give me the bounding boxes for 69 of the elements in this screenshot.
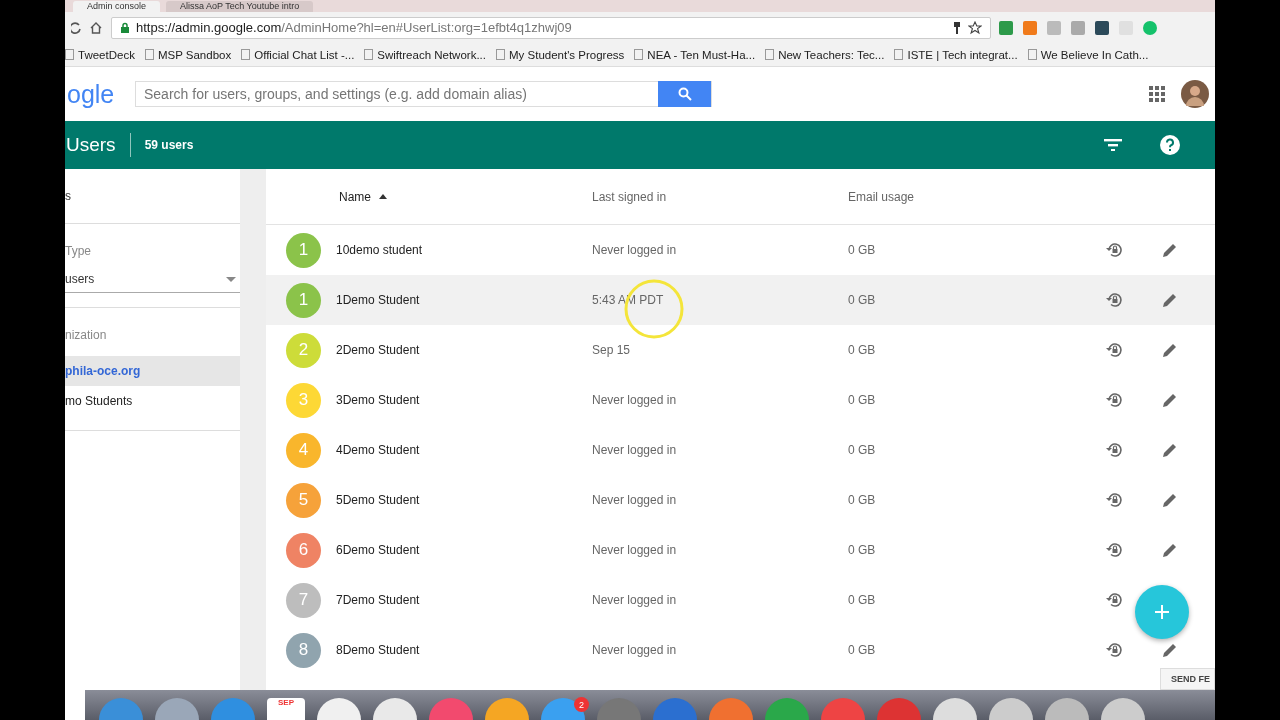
search-field[interactable]: Search for users, groups, and settings (e.g. add domain alias) <box>135 81 712 107</box>
user-initial-avatar: 3 <box>286 382 321 418</box>
bookmark[interactable]: New Teachers: Tec... <box>765 48 885 61</box>
logo[interactable]: ogle <box>65 79 115 109</box>
user-initial-avatar: 6 <box>286 532 321 568</box>
user-name: 10demo student <box>336 243 424 257</box>
column-header[interactable]: Name <box>339 189 592 204</box>
email-usage: 0 GB <box>848 543 876 557</box>
email-usage: 0 GB <box>848 493 876 507</box>
column-header[interactable]: Last signed in <box>592 189 848 204</box>
filter-label: Type <box>65 244 92 258</box>
last-signed-in: Never logged in <box>592 643 678 657</box>
user-row[interactable]: 2 2Demo Student Sep 15 0 GB <box>266 325 1215 375</box>
user-initial-avatar: 1 <box>286 282 321 318</box>
browser-tab[interactable]: Alissa AoP Tech Youtube intro <box>166 1 314 12</box>
last-signed-in: Never logged in <box>592 393 678 407</box>
bookmark[interactable]: Official Chat List -... <box>241 48 355 61</box>
user-initial-avatar: 4 <box>286 432 321 468</box>
filter-label: nization <box>65 328 108 342</box>
bookmark[interactable]: We Believe In Cath... <box>1027 48 1149 61</box>
email-usage: 0 GB <box>848 643 876 657</box>
send-feedback-button[interactable]: SEND FE <box>1160 668 1215 690</box>
bookmark[interactable]: ISTE | Tech integrat... <box>894 48 1018 61</box>
page-title: Users <box>65 134 116 156</box>
notification-badge: 2 <box>574 697 589 712</box>
user-name: 6Demo Student <box>336 543 421 557</box>
column-header[interactable]: Email usage <box>848 189 915 204</box>
user-initial-avatar: 2 <box>286 332 321 368</box>
email-usage: 0 GB <box>848 593 876 607</box>
user-initial-avatar: 7 <box>286 582 321 618</box>
user-row[interactable]: 6 6Demo Student Never logged in 0 GB <box>266 525 1215 575</box>
email-usage: 0 GB <box>848 343 876 357</box>
user-name: 3Demo Student <box>336 393 421 407</box>
last-signed-in: Never logged in <box>592 443 678 457</box>
browser-tab[interactable]: Admin console <box>73 1 161 12</box>
section-heading: s <box>65 189 72 203</box>
calendar-icon[interactable]: SEP <box>267 698 305 720</box>
user-count: 59 users <box>144 138 194 152</box>
user-name: 7Demo Student <box>336 593 421 607</box>
last-signed-in: Never logged in <box>592 543 678 557</box>
bookmark[interactable]: MSP Sandbox <box>144 48 232 61</box>
email-usage: 0 GB <box>848 293 876 307</box>
bookmark[interactable]: NEA - Ten Must-Ha... <box>634 48 756 61</box>
user-name: 4Demo Student <box>336 443 421 457</box>
email-usage: 0 GB <box>848 443 876 457</box>
user-row[interactable]: 4 4Demo Student Never logged in 0 GB <box>266 425 1215 475</box>
user-name: 1Demo Student <box>336 293 421 307</box>
bookmark[interactable]: TweetDeck <box>65 48 135 61</box>
last-signed-in: Never logged in <box>592 493 678 507</box>
user-name: 2Demo Student <box>336 343 421 357</box>
address-bar[interactable]: https://admin.google.com/AdminHome?hl=en#UserList:org=1efbt4q1zhwj09 <box>111 16 991 39</box>
user-initial-avatar: 1 <box>286 232 321 268</box>
user-row[interactable]: 1 10demo student Never logged in 0 GB <box>266 225 1215 275</box>
user-initial-avatar: 5 <box>286 482 321 518</box>
user-row[interactable]: 3 3Demo Student Never logged in 0 GB <box>266 375 1215 425</box>
bookmark[interactable]: Swiftreach Network... <box>364 48 486 61</box>
organization-item[interactable]: mo Students <box>65 386 240 416</box>
user-name: 5Demo Student <box>336 493 421 507</box>
bookmark[interactable]: My Student's Progress <box>496 48 625 61</box>
user-name: 8Demo Student <box>336 643 421 657</box>
email-usage: 0 GB <box>848 243 876 257</box>
last-signed-in: Sep 15 <box>592 343 632 357</box>
organization-item[interactable]: phila-oce.org <box>65 356 240 386</box>
last-signed-in: Never logged in <box>592 593 678 607</box>
user-row[interactable]: 5 5Demo Student Never logged in 0 GB <box>266 475 1215 525</box>
email-usage: 0 GB <box>848 393 876 407</box>
last-signed-in: Never logged in <box>592 243 678 257</box>
user-initial-avatar: 8 <box>286 632 321 668</box>
user-type-dropdown[interactable]: users <box>65 272 240 293</box>
